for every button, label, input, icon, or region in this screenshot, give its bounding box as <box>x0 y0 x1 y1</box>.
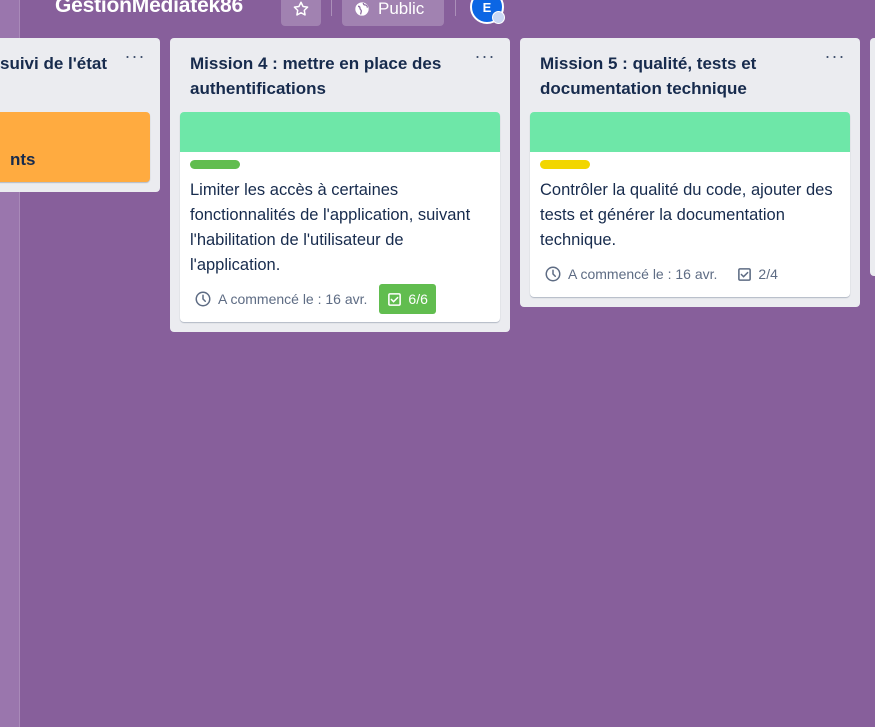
avatar-initial: E <box>482 0 492 15</box>
clock-icon <box>545 266 561 282</box>
visibility-button[interactable]: Public <box>342 0 444 26</box>
list-mission-5: Mission 5 : qualité, tests et documentat… <box>520 38 860 307</box>
start-date-text: A commencé le : 16 avr. <box>218 291 368 307</box>
checkbox-icon <box>388 292 402 306</box>
checklist-count: 2/4 <box>758 266 778 282</box>
list-menu-button[interactable]: ··· <box>824 47 846 67</box>
card-body: Limiter les accès à certaines fonctionna… <box>180 152 500 322</box>
start-date-text: A commencé le : 16 avr. <box>568 266 718 282</box>
card-label-green[interactable] <box>190 160 240 169</box>
card-body: Contrôler la qualité du code, ajouter de… <box>530 152 850 297</box>
card[interactable]: nts <box>0 112 150 182</box>
clock-icon <box>195 291 211 307</box>
card-cover <box>180 112 500 152</box>
admin-badge-icon <box>492 11 505 24</box>
card-badges: A commencé le : 16 avr. 2/4 <box>540 259 840 289</box>
start-date-badge[interactable]: A commencé le : 16 avr. <box>540 265 721 283</box>
checklist-badge[interactable]: 2/4 <box>729 259 785 289</box>
card-label-yellow[interactable] <box>540 160 590 169</box>
list-menu-button[interactable]: ··· <box>474 47 496 67</box>
globe-icon <box>355 2 369 16</box>
list-title[interactable]: Mission 5 : qualité, tests et documentat… <box>530 38 850 112</box>
list-mission-4: Mission 4 : mettre en place des authenti… <box>170 38 510 332</box>
card-title: Contrôler la qualité du code, ajouter de… <box>540 181 833 249</box>
checklist-badge[interactable]: 6/6 <box>379 284 436 314</box>
checklist-count: 6/6 <box>408 291 428 307</box>
list-next-partial[interactable] <box>870 38 875 276</box>
card-badges: A commencé le : 16 avr. 6/6 <box>190 284 490 314</box>
start-date-badge[interactable]: A commencé le : 16 avr. <box>190 290 371 308</box>
member-avatar[interactable]: E <box>470 0 505 24</box>
list-menu-button[interactable]: ··· <box>124 47 146 67</box>
header-divider <box>331 0 332 16</box>
list-suivi-etat: suivi de l'état ··· nts <box>0 38 160 192</box>
card-cover <box>530 112 850 152</box>
visibility-label: Public <box>378 0 425 18</box>
card-title: Limiter les accès à certaines fonctionna… <box>190 181 471 274</box>
card-title: nts <box>10 150 36 169</box>
card[interactable]: Contrôler la qualité du code, ajouter de… <box>530 112 850 297</box>
star-button[interactable] <box>281 0 321 26</box>
board-header: GestionMediatek86 Public E <box>0 0 875 28</box>
header-divider <box>455 0 456 16</box>
checkbox-icon <box>738 267 752 281</box>
card[interactable]: Limiter les accès à certaines fonctionna… <box>180 112 500 322</box>
board-title[interactable]: GestionMediatek86 <box>55 0 243 18</box>
star-icon <box>293 1 309 16</box>
list-title[interactable]: Mission 4 : mettre en place des authenti… <box>180 38 500 112</box>
